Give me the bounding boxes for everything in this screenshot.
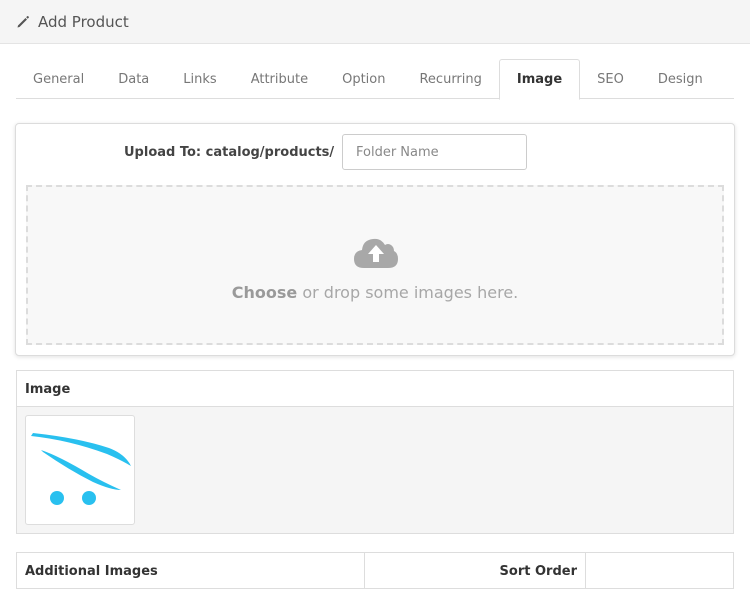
- dropzone-hint: or drop some images here.: [297, 283, 519, 302]
- action-column-header: [586, 553, 733, 589]
- tab-data[interactable]: Data: [101, 59, 166, 99]
- tab-bar: General Data Links Attribute Option Recu…: [16, 59, 734, 100]
- tab-image[interactable]: Image: [498, 59, 581, 100]
- cloud-upload-icon: [353, 235, 399, 269]
- tab-attribute[interactable]: Attribute: [234, 59, 325, 99]
- pencil-icon: [16, 15, 30, 29]
- opencart-cart-logo: [31, 433, 131, 505]
- panel-heading: Add Product: [0, 0, 750, 44]
- image-column-header: Image: [17, 371, 733, 407]
- image-cell: [17, 407, 733, 533]
- tab-seo[interactable]: SEO: [580, 59, 641, 99]
- image-dropzone[interactable]: Choose or drop some images here.: [26, 185, 724, 345]
- tab-general[interactable]: General: [16, 59, 101, 99]
- page-title: Add Product: [38, 12, 129, 31]
- image-table: Image: [16, 370, 734, 534]
- tab-design[interactable]: Design: [641, 59, 720, 99]
- folder-name-input[interactable]: [342, 134, 527, 170]
- upload-to-label: Upload To: catalog/products/: [124, 145, 335, 160]
- upload-panel: Upload To: catalog/products/ Choose or d…: [15, 123, 735, 356]
- product-image-thumbnail[interactable]: [25, 415, 135, 525]
- additional-images-table: Additional Images Sort Order: [16, 552, 734, 589]
- tab-option[interactable]: Option: [325, 59, 402, 99]
- tab-recurring[interactable]: Recurring: [402, 59, 498, 99]
- tab-links[interactable]: Links: [166, 59, 233, 99]
- choose-link[interactable]: Choose: [232, 283, 298, 302]
- additional-images-header: Additional Images: [17, 553, 365, 589]
- sort-order-header: Sort Order: [365, 553, 586, 589]
- dropzone-text: Choose or drop some images here.: [28, 283, 722, 302]
